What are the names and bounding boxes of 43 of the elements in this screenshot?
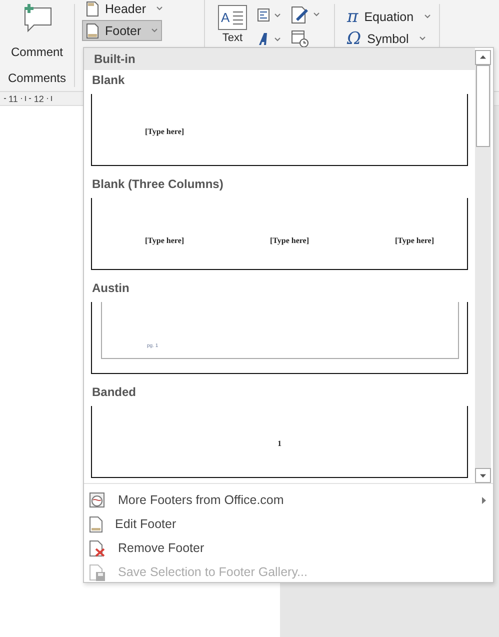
date-time-icon[interactable]	[291, 30, 309, 48]
gallery-title: Blank (Three Columns)	[91, 177, 224, 193]
group-label: Comments	[8, 71, 66, 87]
equation-button[interactable]: π Equation	[343, 6, 435, 27]
placeholder-text: [Type here]	[394, 236, 434, 247]
scroll-up-icon[interactable]	[475, 50, 491, 65]
caret-icon	[424, 14, 431, 19]
footer-preview[interactable]: 1	[91, 406, 468, 478]
scroll-thumb[interactable]	[476, 65, 490, 147]
placeholder-text: [Type here]	[270, 236, 310, 247]
save-page-icon	[89, 564, 106, 580]
gallery-title: Austin	[91, 281, 130, 297]
caret-icon	[418, 36, 426, 41]
remove-page-icon	[89, 540, 106, 556]
menu-item[interactable]: Remove Footer	[84, 536, 493, 560]
section-heading: Built-in	[94, 52, 136, 66]
page-icon	[86, 22, 99, 38]
symbol-button[interactable]: Ω Symbol	[343, 28, 430, 49]
word-art-icon[interactable]	[257, 32, 283, 46]
signature-icon[interactable]	[291, 6, 321, 24]
gallery-title: Banded	[91, 385, 136, 401]
globe-page-icon	[89, 492, 106, 508]
quick-parts-icon[interactable]	[257, 8, 283, 22]
ruler-number: 12	[34, 94, 44, 104]
comment-button[interactable]: Comment	[10, 3, 63, 59]
scroll-down-icon[interactable]	[475, 468, 491, 483]
header-button[interactable]: Header	[82, 0, 167, 19]
footer-preview[interactable]: [Type here]	[91, 94, 468, 166]
caret-icon	[156, 6, 163, 11]
gallery-title: Blank	[91, 73, 125, 89]
placeholder-text: 1	[278, 439, 282, 448]
page-icon	[89, 516, 103, 532]
ruler-number: 11	[8, 94, 18, 104]
text-box-button[interactable]: A Text	[218, 5, 247, 44]
menu-item[interactable]: Edit Footer	[84, 512, 493, 536]
placeholder-text: [Type here]	[145, 127, 184, 136]
footer-button[interactable]: Footer	[82, 20, 162, 41]
submenu-arrow-icon	[482, 496, 486, 504]
caret-icon	[151, 28, 158, 33]
placeholder-text: [Type here]	[145, 236, 184, 247]
text-box-icon: A	[218, 5, 247, 30]
footer-preview[interactable]: [Type here] [Type here] [Type here]	[91, 198, 468, 270]
menu-item[interactable]: More Footers from Office.com	[84, 488, 493, 512]
